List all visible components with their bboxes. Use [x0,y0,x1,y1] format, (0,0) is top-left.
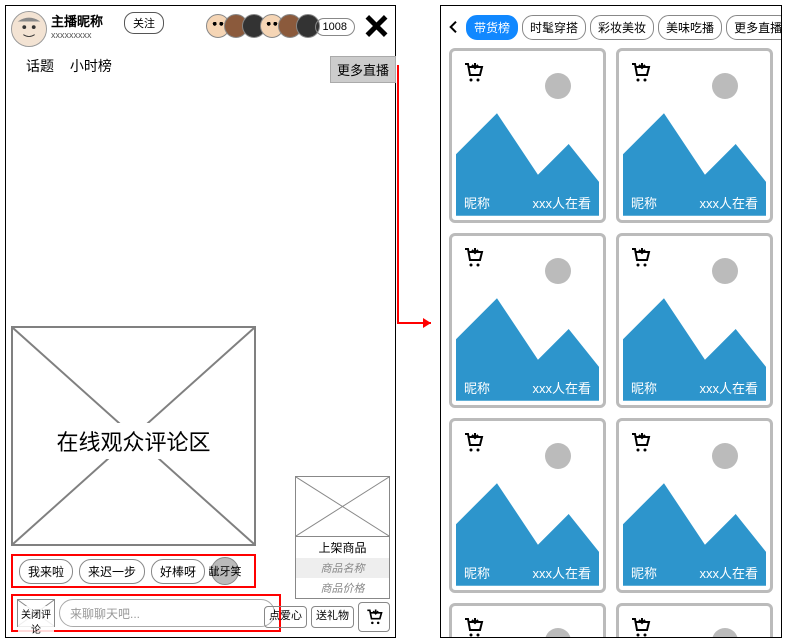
card-watching: xxx人在看 [532,563,591,582]
card-nick: 昵称 [464,563,490,582]
topics-row: 话题 小时榜 [26,56,124,76]
follow-button[interactable]: 关注 [124,12,164,34]
quick-chip-3[interactable]: 好棒呀 [151,559,205,584]
live-card[interactable]: 昵称 xxx人在看 [616,603,773,637]
action-buttons: 点爱心 送礼物 [264,602,390,632]
product-image-placeholder [296,477,389,537]
comment-area: 在线观众评论区 [11,326,256,546]
thumbnail: 昵称 xxx人在看 [623,610,766,637]
cart-button[interactable] [358,602,390,632]
viewer-count[interactable]: 1008 [315,18,355,36]
header: 主播昵称 xxxxxxxxx 关注 1008 [6,6,395,56]
host-avatar[interactable] [11,11,47,47]
chat-input[interactable]: 来聊聊天吧... [59,599,275,627]
live-room-panel: 主播昵称 xxxxxxxxx 关注 1008 话题 小时榜 更多直播 在线观众评… [5,5,396,638]
product-price: 商品价格 [296,578,389,598]
sun-icon [712,73,738,99]
more-live-panel: 带货榜 时髦穿搭 彩妆美妆 美味吃播 更多直播 昵称 xxx人在看 [440,5,782,638]
live-grid: 昵称 xxx人在看 昵称 xxx人在看 [449,48,773,637]
close-icon[interactable] [360,11,390,41]
live-card[interactable]: 昵称 xxx人在看 [616,48,773,223]
thumbnail: 昵称 xxx人在看 [456,425,599,586]
card-nick: 昵称 [631,378,657,397]
cart-icon [462,431,486,455]
cart-icon [629,246,653,270]
product-card[interactable]: 上架商品 商品名称 商品价格 [295,476,390,599]
hour-rank-link[interactable]: 小时榜 [70,58,112,74]
back-button[interactable] [446,17,462,37]
gift-button[interactable]: 送礼物 [311,606,354,627]
card-watching: xxx人在看 [532,193,591,212]
live-card[interactable]: 昵称 xxx人在看 [449,603,606,637]
quick-chip-1[interactable]: 我来啦 [19,559,73,584]
product-name: 商品名称 [296,558,389,578]
live-card[interactable]: 昵称 xxx人在看 [616,418,773,593]
live-card[interactable]: 昵称 xxx人在看 [449,418,606,593]
thumbnail: 昵称 xxx人在看 [456,610,599,637]
host-name: 主播昵称 [51,11,103,30]
host-sub: xxxxxxxxx [51,30,103,40]
sun-icon [545,73,571,99]
thumbnail: 昵称 xxx人在看 [456,240,599,401]
cart-icon [462,61,486,85]
viewer-avatars[interactable] [212,14,320,38]
quick-chip-emoji[interactable]: 龇牙笑 [211,557,239,585]
live-card[interactable]: 昵称 xxx人在看 [449,48,606,223]
chat-row: 关闭评论 来聊聊天吧... [11,594,281,632]
product-title: 上架商品 [296,537,389,558]
thumbnail: 昵称 xxx人在看 [456,55,599,216]
card-nick: 昵称 [464,193,490,212]
card-watching: xxx人在看 [699,193,758,212]
tab-more[interactable]: 更多直播 [726,15,782,40]
cart-icon [363,607,385,627]
card-watching: xxx人在看 [699,563,758,582]
card-watching: xxx人在看 [699,378,758,397]
quick-chat-row: 我来啦 来迟一步 好棒呀 龇牙笑 [11,554,256,588]
tab-sales-rank[interactable]: 带货榜 [466,15,518,40]
card-nick: 昵称 [631,563,657,582]
thumbnail: 昵称 xxx人在看 [623,240,766,401]
live-card[interactable]: 昵称 xxx人在看 [616,233,773,408]
sun-icon [545,443,571,469]
quick-chip-2[interactable]: 来迟一步 [79,559,145,584]
thumbnail: 昵称 xxx人在看 [623,55,766,216]
card-nick: 昵称 [464,378,490,397]
cart-icon [462,246,486,270]
tab-beauty[interactable]: 彩妆美妆 [590,15,654,40]
toggle-comments-button[interactable]: 关闭评论 [17,599,55,627]
sun-icon [712,443,738,469]
like-button[interactable]: 点爱心 [264,606,307,627]
tab-food[interactable]: 美味吃播 [658,15,722,40]
live-card[interactable]: 昵称 xxx人在看 [449,233,606,408]
topic-link[interactable]: 话题 [26,58,54,74]
card-nick: 昵称 [631,193,657,212]
host-info: 主播昵称 xxxxxxxxx [51,11,103,40]
sun-icon [712,628,738,637]
sun-icon [545,628,571,637]
flow-arrow [396,63,444,343]
thumbnail: 昵称 xxx人在看 [623,425,766,586]
sun-icon [545,258,571,284]
more-live-button[interactable]: 更多直播 [330,56,396,83]
nav-row: 带货榜 时髦穿搭 彩妆美妆 美味吃播 更多直播 [446,14,776,40]
chevron-left-icon [446,19,462,35]
sun-icon [712,258,738,284]
cart-icon [629,61,653,85]
card-watching: xxx人在看 [532,378,591,397]
cart-icon [462,616,486,637]
cart-icon [629,431,653,455]
cart-icon [629,616,653,637]
comment-area-label: 在线观众评论区 [13,423,254,459]
tab-fashion[interactable]: 时髦穿搭 [522,15,586,40]
